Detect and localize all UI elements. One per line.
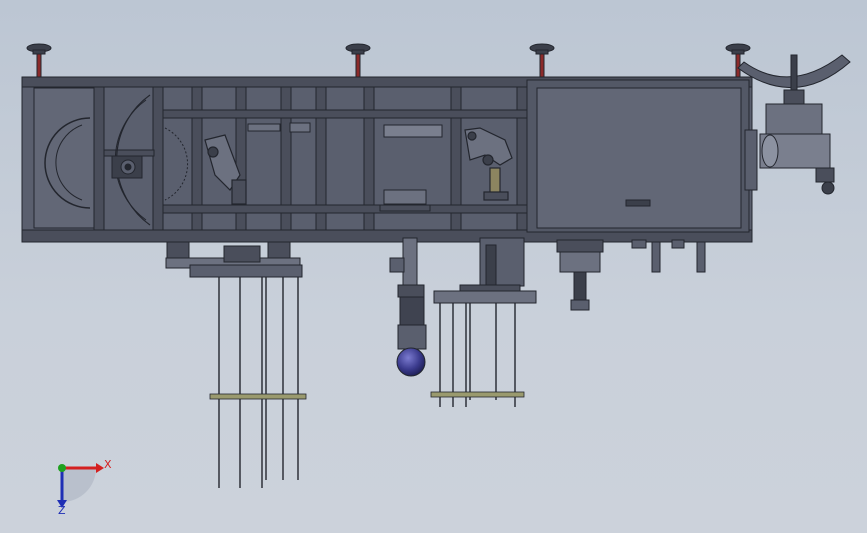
- leveling-feet: [26, 43, 751, 78]
- x-axis-label: X: [104, 458, 112, 471]
- z-axis-label: Z: [58, 504, 66, 517]
- coordinate-triad[interactable]: X Z: [57, 458, 112, 517]
- right-cabinet-panel: [536, 87, 742, 229]
- rod-band-left: [209, 393, 307, 400]
- right-rod-bundle: [430, 303, 525, 407]
- linear-guide: [383, 124, 443, 138]
- right-legs: [631, 239, 706, 273]
- left-rod-bundle: [209, 277, 307, 488]
- cad-viewport[interactable]: X Z: [0, 0, 867, 533]
- leveling-foot-1: [26, 43, 52, 78]
- clamp-unit: [556, 239, 604, 311]
- center-probe: [389, 237, 427, 377]
- center-block: [383, 189, 427, 205]
- leveling-foot-3: [529, 43, 555, 78]
- leveling-foot-2: [345, 43, 371, 78]
- y-axis-dot: [58, 464, 66, 472]
- probe-sphere: [396, 347, 426, 377]
- motor-assembly: [737, 54, 851, 195]
- rod-band-right: [430, 391, 525, 398]
- under-brackets: [165, 241, 303, 278]
- machine-assembly-drawing: X Z: [21, 43, 851, 517]
- cabinet-handle: [625, 199, 651, 207]
- right-probe-assembly: [433, 237, 537, 304]
